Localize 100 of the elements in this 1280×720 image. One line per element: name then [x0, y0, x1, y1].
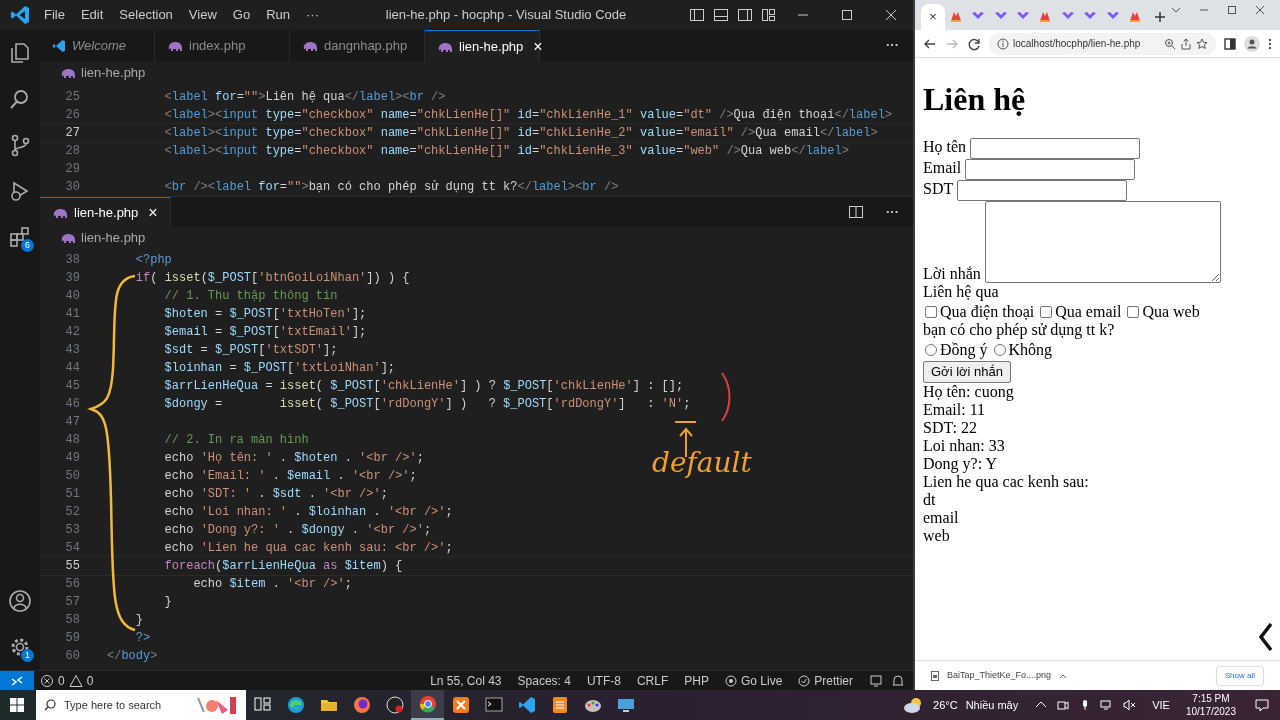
line-number: 39	[64, 270, 80, 287]
line-number: 53	[64, 522, 80, 539]
more-actions-button[interactable]: ···	[872, 197, 913, 227]
star-icon[interactable]	[1196, 37, 1208, 50]
line-number: 52	[64, 504, 80, 521]
extensions-icon[interactable]	[8, 225, 32, 249]
browser-icon	[417, 694, 438, 714]
breadcrumb[interactable]: lien-he.php	[81, 63, 146, 83]
code-line: // 1. Thu thập thông tin	[163, 288, 338, 305]
address-bar[interactable]: localhost/hocphp/lien-he.php	[989, 32, 1216, 55]
status-item[interactable]: Ln 55, Col 43	[422, 671, 510, 690]
status-item[interactable]: PHP	[676, 671, 717, 690]
menu-item[interactable]: Edit	[72, 0, 112, 30]
warning-icon	[68, 673, 83, 688]
windows-logo-icon[interactable]	[10, 698, 24, 712]
layout-sidebar-icon[interactable]	[689, 7, 705, 23]
search-highlight-drawing	[194, 694, 238, 716]
taskbar-app[interactable]	[411, 690, 444, 720]
status-item[interactable]: UTF-8	[578, 671, 629, 690]
page-heading: Liên hệ	[923, 80, 1027, 119]
radio-button[interactable]	[925, 344, 937, 357]
line-number: 59	[64, 630, 80, 647]
text-field[interactable]	[970, 138, 1141, 160]
line-number: 50	[64, 468, 80, 485]
notification-icon[interactable]	[1254, 697, 1270, 713]
line-number: 46	[64, 396, 80, 413]
menu-item[interactable]: File	[36, 0, 73, 30]
side-panel-icon[interactable]	[1224, 37, 1236, 50]
menu-item[interactable]: Go	[224, 0, 259, 30]
breadcrumb[interactable]: lien-he.php	[81, 228, 146, 248]
menu-item[interactable]: Run	[258, 0, 298, 30]
code-line: echo 'Email: ' . $email . '<br />';	[163, 468, 417, 485]
clock-date[interactable]: 10/17/2023	[1185, 705, 1236, 718]
checkbox[interactable]	[1040, 306, 1053, 319]
menu-icon[interactable]	[1268, 37, 1272, 50]
layout-grid-icon[interactable]	[761, 7, 777, 23]
radio-button[interactable]	[993, 344, 1006, 357]
check-circle-icon	[798, 674, 811, 687]
menu-item[interactable]: Selection	[111, 0, 181, 30]
code-line: echo 'Lien he qua cac kenh sau: <br />';	[163, 540, 453, 557]
info-icon	[997, 37, 1009, 50]
text-field[interactable]	[956, 180, 1127, 202]
file-icon	[931, 670, 939, 681]
zoom-icon[interactable]	[1164, 37, 1176, 50]
editor-tab[interactable]: lien-he.php ×	[40, 197, 171, 227]
search-field[interactable]: Type here to search	[36, 690, 246, 720]
terminal-icon	[483, 695, 504, 715]
chevron-left-icon[interactable]	[1258, 622, 1274, 652]
menu-item[interactable]: View	[180, 0, 225, 30]
explorer-icon[interactable]	[8, 41, 32, 65]
checkbox-label: Qua điện thoại	[940, 303, 1035, 322]
line-number: 51	[64, 486, 80, 503]
radio-label: Đồng ý	[940, 341, 988, 360]
line-number: 38	[64, 252, 80, 269]
text-field[interactable]	[965, 159, 1136, 181]
reload-icon[interactable]	[967, 36, 981, 51]
elephant-icon	[60, 67, 76, 79]
line-number: 49	[64, 450, 80, 467]
status-item[interactable]: Go Live	[716, 671, 791, 690]
editor-tab[interactable]: lien-he.php ×	[425, 30, 540, 62]
split-editor-icon[interactable]	[848, 204, 864, 220]
language-indicator[interactable]: VIE	[1152, 696, 1170, 714]
code-line: </body>	[107, 648, 158, 665]
code-line: <label><input type="checkbox" name="chkLienHe[]" id="chkLienHe_1" value="dt" />Qua điện thoại</label>	[163, 107, 893, 124]
line-number: 27	[64, 125, 80, 142]
camera-icon[interactable]	[1056, 698, 1071, 712]
elephant-icon	[60, 232, 76, 244]
more-actions-button[interactable]: ···	[872, 30, 913, 62]
layout-sidebar-icon[interactable]	[737, 7, 753, 23]
volume-muted-icon[interactable]	[1122, 698, 1137, 712]
layout-panel-icon[interactable]	[713, 7, 729, 23]
output-line: email	[923, 509, 960, 528]
browser-tab[interactable]: ×	[921, 4, 945, 30]
checkbox[interactable]	[925, 306, 937, 319]
maximize-icon[interactable]	[839, 7, 855, 23]
output-line: SDT: 22	[923, 419, 978, 438]
field-label: Họ tên	[923, 138, 967, 156]
status-item[interactable]: CRLF	[628, 671, 677, 690]
line-number: 54	[64, 540, 80, 557]
code-line: <label for="">Liên hệ qua</label><br />	[163, 89, 446, 106]
menu-item[interactable]: ···	[298, 0, 327, 30]
download-item[interactable]: BaiTap_ThietKe_Fo....png	[947, 668, 1052, 683]
remote-button[interactable]	[0, 671, 34, 690]
checkbox[interactable]	[1127, 306, 1140, 319]
share-icon[interactable]	[1180, 37, 1192, 50]
clock-time[interactable]: 7:15 PM	[1192, 692, 1230, 705]
status-item[interactable]: Spaces: 4	[509, 671, 579, 690]
weather-text: Nhiều mây	[965, 697, 1019, 713]
submit-button[interactable]: Gởi lời nhắn	[923, 361, 1011, 384]
temperature: 26°C	[933, 697, 958, 713]
profile-icon[interactable]	[1244, 35, 1260, 52]
vscode-logo-icon	[10, 5, 30, 25]
status-item[interactable]: Prettier	[790, 671, 861, 690]
close-button[interactable]: ×	[148, 200, 158, 225]
notification-bell-icon[interactable]	[891, 673, 905, 688]
close-button[interactable]: ×	[533, 34, 543, 59]
show-all-button[interactable]: Show all	[1215, 665, 1264, 686]
close-icon[interactable]	[883, 7, 899, 23]
message-field[interactable]	[984, 201, 1221, 284]
notification-badge: 1	[21, 649, 34, 662]
